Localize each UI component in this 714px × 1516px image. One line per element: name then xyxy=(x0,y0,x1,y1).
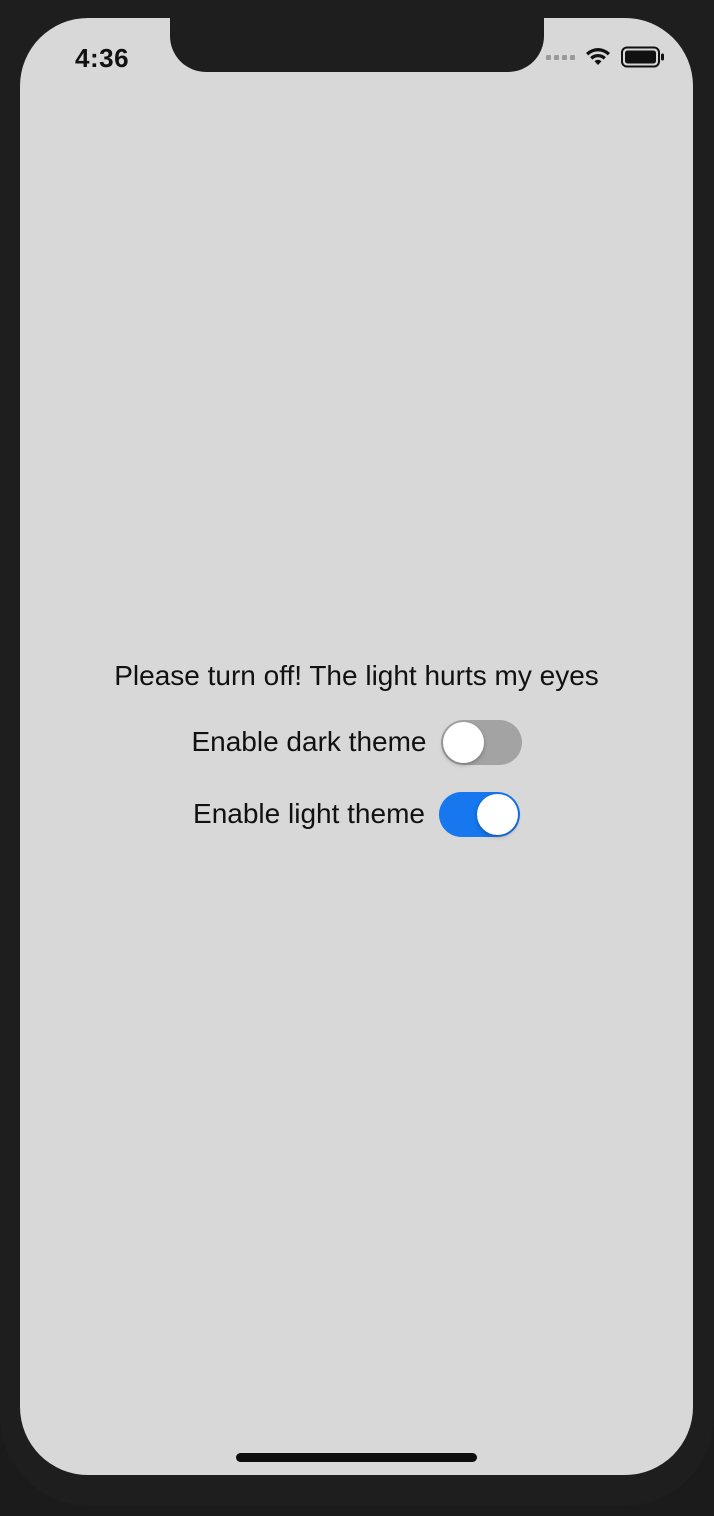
notch xyxy=(170,18,544,72)
dark-theme-row: Enable dark theme xyxy=(20,719,693,765)
toggle-knob xyxy=(476,793,518,835)
light-theme-toggle[interactable] xyxy=(438,791,520,837)
wifi-icon xyxy=(586,48,610,65)
toggle-knob xyxy=(442,721,484,763)
theme-settings: Please turn off! The light hurts my eyes… xyxy=(20,658,693,863)
status-icons xyxy=(546,46,665,68)
dark-theme-toggle[interactable] xyxy=(440,719,522,765)
message-text: Please turn off! The light hurts my eyes xyxy=(114,660,599,691)
battery-icon xyxy=(621,46,664,68)
cellular-signal-icon xyxy=(546,54,575,60)
light-theme-row: Enable light theme xyxy=(20,791,693,837)
status-time: 4:36 xyxy=(75,43,130,73)
dark-theme-label: Enable dark theme xyxy=(191,726,427,757)
home-indicator[interactable] xyxy=(236,1453,477,1462)
screen: 4:36 Please turn off! The light hurts my… xyxy=(20,18,693,1475)
device-frame: 4:36 Please turn off! The light hurts my… xyxy=(0,0,714,1506)
light-theme-label: Enable light theme xyxy=(193,798,425,829)
page: 4:36 Please turn off! The light hurts my… xyxy=(0,0,714,1516)
